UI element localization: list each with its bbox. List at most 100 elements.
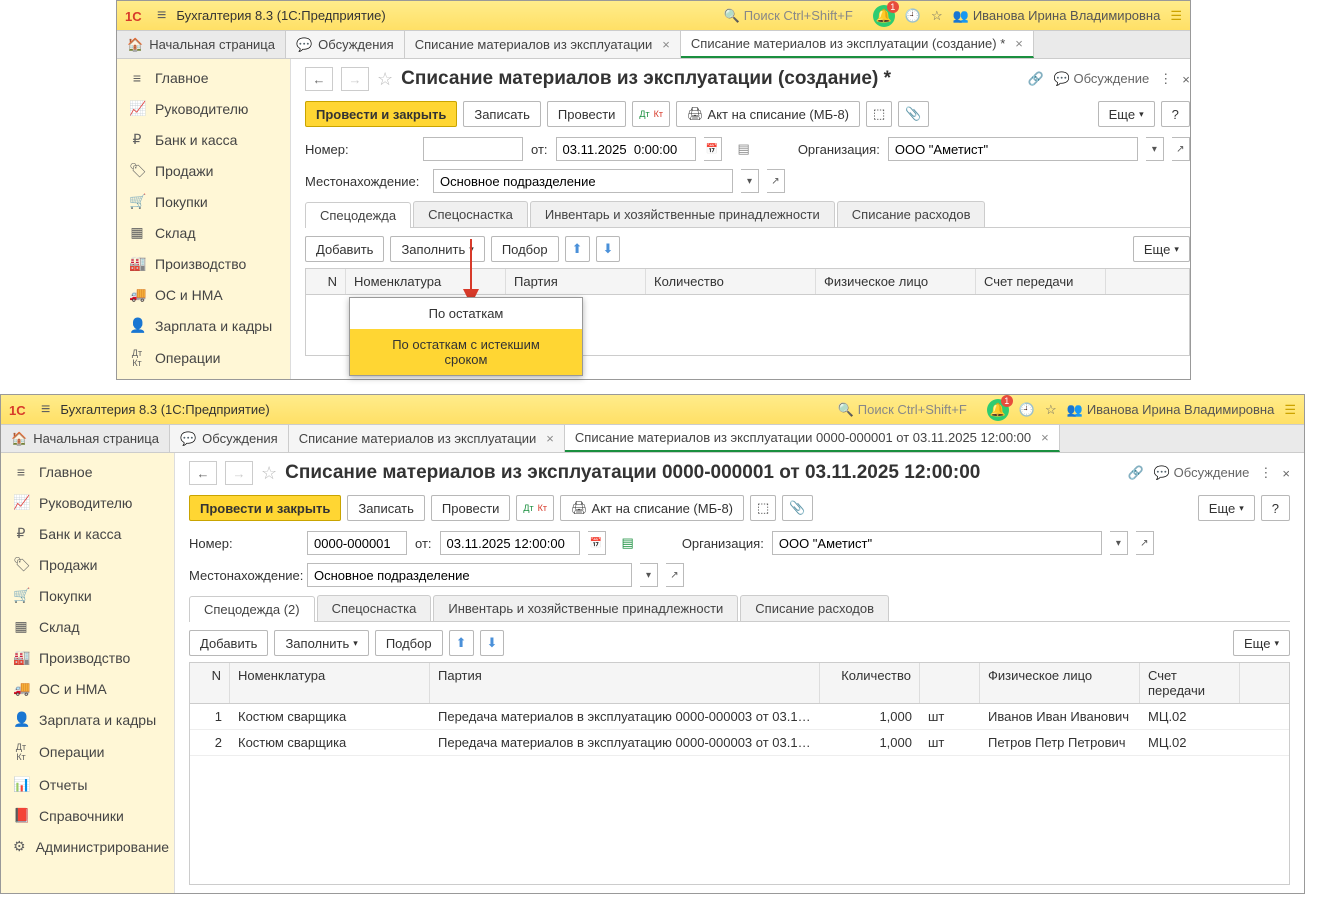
- structure-button[interactable]: ⬚: [750, 495, 776, 521]
- settings-icon[interactable]: ☰: [1284, 402, 1296, 418]
- sidebar-item-operations[interactable]: ДтКтОперации: [1, 735, 174, 769]
- move-up-button[interactable]: ⬆: [449, 630, 474, 656]
- fill-button[interactable]: Заполнить ▾: [274, 630, 368, 656]
- sidebar-item-warehouse[interactable]: ▦Склад: [117, 217, 290, 248]
- close-icon[interactable]: ×: [1182, 72, 1190, 87]
- close-icon[interactable]: ×: [1282, 466, 1290, 481]
- posted-icon[interactable]: ▤: [622, 535, 634, 551]
- tab-tooling[interactable]: Спецоснастка: [413, 201, 528, 227]
- chevron-down-icon[interactable]: ▾: [1110, 531, 1128, 555]
- move-down-button[interactable]: ⬇: [596, 236, 621, 262]
- sidebar-item-main[interactable]: ≡Главное: [1, 457, 174, 487]
- main-menu-icon[interactable]: ≡: [157, 7, 166, 25]
- notifications-icon[interactable]: 🔔1: [873, 5, 895, 27]
- col-account[interactable]: Счет передачи: [976, 269, 1106, 294]
- global-search[interactable]: 🔍Поиск Ctrl+Shift+F: [724, 8, 853, 24]
- tab-home[interactable]: 🏠Начальная страница: [117, 31, 286, 58]
- tab-inventory[interactable]: Инвентарь и хозяйственные принадлежности: [530, 201, 835, 227]
- structure-button[interactable]: ⬚: [866, 101, 892, 127]
- number-input[interactable]: [423, 137, 523, 161]
- sidebar-item-main[interactable]: ≡Главное: [117, 63, 290, 93]
- col-person[interactable]: Физическое лицо: [980, 663, 1140, 703]
- col-quantity[interactable]: Количество: [646, 269, 816, 294]
- tab-expenses[interactable]: Списание расходов: [740, 595, 889, 621]
- save-button[interactable]: Записать: [347, 495, 425, 521]
- tab-writeoff-list[interactable]: Списание материалов из эксплуатации×: [405, 31, 681, 58]
- col-quantity[interactable]: Количество: [820, 663, 920, 703]
- tab-writeoff-new[interactable]: Списание материалов из эксплуатации (соз…: [681, 31, 1034, 58]
- more-button[interactable]: Еще ▾: [1233, 630, 1290, 656]
- sidebar-item-salary[interactable]: 👤Зарплата и кадры: [1, 704, 174, 735]
- close-icon[interactable]: ×: [662, 37, 670, 52]
- star-icon[interactable]: ☆: [931, 8, 943, 24]
- tab-writeoff-list[interactable]: Списание материалов из эксплуатации×: [289, 425, 565, 452]
- location-input[interactable]: [433, 169, 733, 193]
- discussion-link[interactable]: 💬 Обсуждение: [1154, 465, 1250, 481]
- sidebar-item-sales[interactable]: 🏷Продажи: [117, 155, 290, 186]
- tab-discussions[interactable]: 💬Обсуждения: [286, 31, 405, 58]
- close-icon[interactable]: ×: [546, 431, 554, 446]
- tab-tooling[interactable]: Спецоснастка: [317, 595, 432, 621]
- post-and-close-button[interactable]: Провести и закрыть: [305, 101, 457, 127]
- tab-discussions[interactable]: 💬Обсуждения: [170, 425, 289, 452]
- user-menu[interactable]: 👥Иванова Ирина Владимировна: [1067, 402, 1275, 418]
- post-button[interactable]: Провести: [547, 101, 627, 127]
- link-icon[interactable]: 🔗: [1028, 71, 1044, 87]
- org-input[interactable]: [888, 137, 1138, 161]
- sidebar-item-sales[interactable]: 🏷Продажи: [1, 549, 174, 580]
- nav-back-button[interactable]: ←: [189, 461, 217, 485]
- sidebar-item-assets[interactable]: 🚚ОС и НМА: [117, 279, 290, 310]
- sidebar-item-purchase[interactable]: 🛒Покупки: [117, 186, 290, 217]
- date-input[interactable]: [440, 531, 580, 555]
- tab-inventory[interactable]: Инвентарь и хозяйственные принадлежности: [433, 595, 738, 621]
- fill-button[interactable]: Заполнить ▾: [390, 236, 484, 262]
- col-account[interactable]: Счет передачи: [1140, 663, 1240, 703]
- table-body[interactable]: 1Костюм сварщикаПередача материалов в эк…: [190, 704, 1289, 884]
- date-input[interactable]: [556, 137, 696, 161]
- org-input[interactable]: [772, 531, 1102, 555]
- open-icon[interactable]: ↗: [767, 169, 785, 193]
- sidebar-item-refs[interactable]: 📕Справочники: [1, 800, 174, 831]
- more-icon[interactable]: ⋮: [1259, 465, 1272, 481]
- tab-expenses[interactable]: Списание расходов: [837, 201, 986, 227]
- sidebar-item-bank[interactable]: ₽Банк и касса: [117, 124, 290, 155]
- add-button[interactable]: Добавить: [305, 236, 384, 262]
- help-button[interactable]: ?: [1161, 101, 1190, 127]
- close-icon[interactable]: ×: [1041, 430, 1049, 445]
- sidebar-item-manager[interactable]: 📈Руководителю: [117, 93, 290, 124]
- history-icon[interactable]: 🕘: [905, 8, 921, 24]
- nav-back-button[interactable]: ←: [305, 67, 333, 91]
- chevron-down-icon[interactable]: ▾: [1146, 137, 1164, 161]
- chevron-down-icon[interactable]: ▾: [741, 169, 759, 193]
- user-menu[interactable]: 👥Иванова Ирина Владимировна: [953, 8, 1161, 24]
- help-button[interactable]: ?: [1261, 495, 1290, 521]
- favorite-icon[interactable]: ☆: [377, 69, 393, 90]
- main-menu-icon[interactable]: ≡: [41, 401, 50, 419]
- sidebar-item-bank[interactable]: ₽Банк и касса: [1, 518, 174, 549]
- location-input[interactable]: [307, 563, 632, 587]
- col-party[interactable]: Партия: [430, 663, 820, 703]
- col-person[interactable]: Физическое лицо: [816, 269, 976, 294]
- col-nomenclature[interactable]: Номенклатура: [346, 269, 506, 294]
- save-button[interactable]: Записать: [463, 101, 541, 127]
- calendar-icon[interactable]: 📅: [588, 531, 606, 555]
- dtct-button[interactable]: ДтКт: [516, 495, 554, 521]
- sidebar-item-warehouse[interactable]: ▦Склад: [1, 611, 174, 642]
- open-icon[interactable]: ↗: [1172, 137, 1190, 161]
- col-nomenclature[interactable]: Номенклатура: [230, 663, 430, 703]
- tab-home[interactable]: 🏠Начальная страница: [1, 425, 170, 452]
- more-button[interactable]: Еще ▾: [1198, 495, 1255, 521]
- act-print-button[interactable]: 🖨Акт на списание (МБ-8): [676, 101, 860, 127]
- favorite-icon[interactable]: ☆: [261, 463, 277, 484]
- notifications-icon[interactable]: 🔔1: [987, 399, 1009, 421]
- settings-icon[interactable]: ☰: [1170, 8, 1182, 24]
- col-n[interactable]: N: [306, 269, 346, 294]
- history-icon[interactable]: 🕘: [1019, 402, 1035, 418]
- sidebar-item-manager[interactable]: 📈Руководителю: [1, 487, 174, 518]
- sidebar-item-purchase[interactable]: 🛒Покупки: [1, 580, 174, 611]
- global-search[interactable]: 🔍Поиск Ctrl+Shift+F: [838, 402, 967, 418]
- col-party[interactable]: Партия: [506, 269, 646, 294]
- chevron-down-icon[interactable]: ▾: [640, 563, 658, 587]
- tab-workwear[interactable]: Спецодежда: [305, 202, 411, 228]
- select-button[interactable]: Подбор: [375, 630, 443, 656]
